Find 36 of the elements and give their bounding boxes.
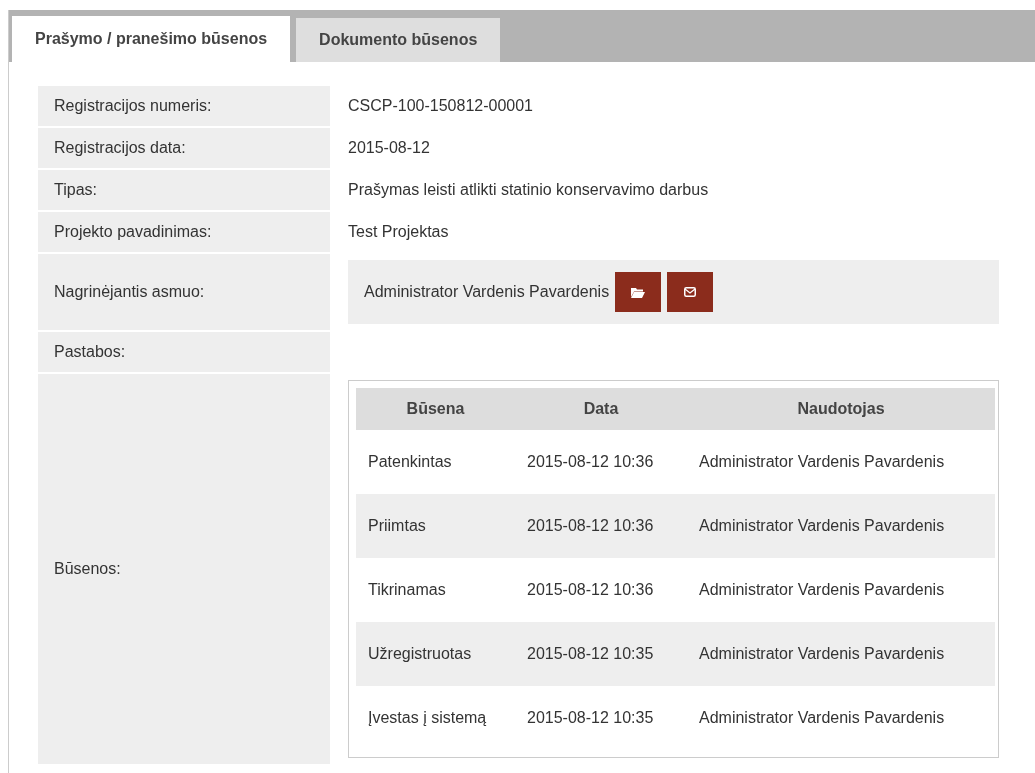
column-header: Naudotojas: [687, 388, 995, 430]
table-cell: Administrator Vardenis Pavardenis: [687, 430, 995, 494]
table-cell: Administrator Vardenis Pavardenis: [687, 622, 995, 686]
table-cell: Įvestas į sistemą: [356, 686, 515, 750]
table-cell: 2015-08-12 10:36: [515, 430, 687, 494]
folder-icon: [631, 286, 646, 298]
field-value: Administrator Vardenis Pavardenis: [364, 283, 610, 301]
table-cell: Administrator Vardenis Pavardenis: [687, 494, 995, 558]
table-cell: Priimtas: [356, 494, 515, 558]
field-label: Registracijos numeris:: [38, 86, 330, 126]
field-label: Registracijos data:: [38, 128, 330, 168]
envelope-icon: [684, 287, 697, 297]
table-cell: Patenkintas: [356, 430, 515, 494]
tab[interactable]: Prašymo / pranešimo būsenos: [12, 16, 291, 62]
field-value: 2015-08-12: [348, 138, 431, 158]
field-label: Pastabos:: [38, 332, 330, 372]
table-cell: Tikrinamas: [356, 558, 515, 622]
table-cell: 2015-08-12 10:35: [515, 622, 687, 686]
table-cell: 2015-08-12 10:36: [515, 558, 687, 622]
field-label: Būsenos:: [38, 374, 330, 764]
table-cell: Administrator Vardenis Pavardenis: [687, 558, 995, 622]
folder-button[interactable]: [615, 272, 662, 312]
tab[interactable]: Dokumento būsenos: [296, 18, 501, 62]
field-value: Test Projektas: [348, 222, 450, 242]
table-cell: Užregistruotas: [356, 622, 515, 686]
field-value: CSCP-100-150812-00001: [348, 96, 534, 116]
table-cell: 2015-08-12 10:35: [515, 686, 687, 750]
field-value: Prašymas leisti atlikti statinio konservavimo darbus: [348, 180, 710, 200]
column-header: Data: [515, 388, 687, 430]
field-label: Tipas:: [38, 170, 330, 210]
column-header: Būsena: [356, 388, 515, 430]
table-cell: Administrator Vardenis Pavardenis: [687, 686, 995, 750]
field-label: Projekto pavadinimas:: [38, 212, 330, 252]
email-button[interactable]: [667, 272, 714, 312]
table-cell: 2015-08-12 10:36: [515, 494, 687, 558]
field-label: Nagrinėjantis asmuo:: [38, 254, 330, 330]
